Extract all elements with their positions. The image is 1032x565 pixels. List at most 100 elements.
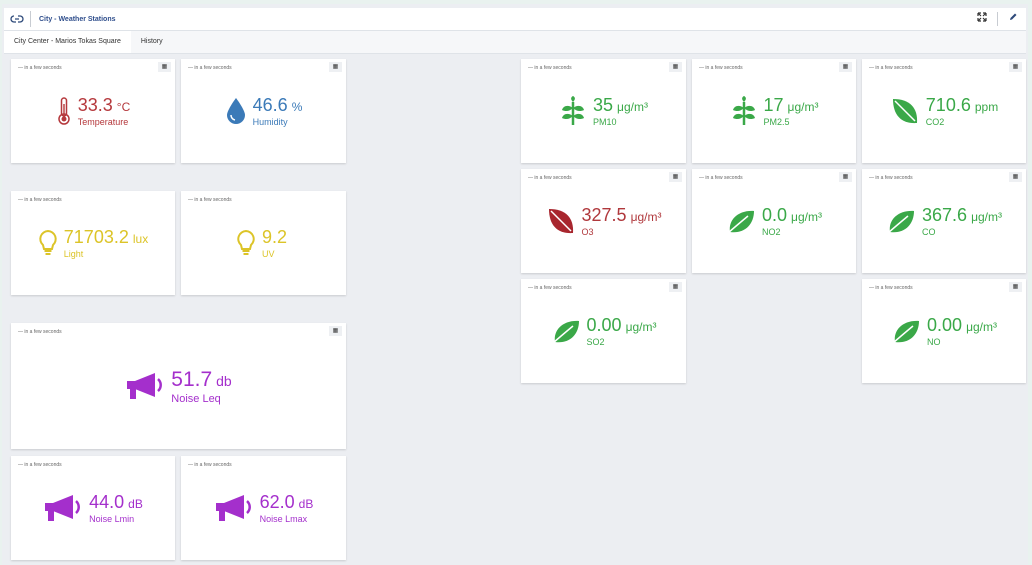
sensor-unit: μg/m³: [787, 100, 819, 114]
sensor-unit: ppm: [974, 100, 999, 114]
plant-icon: [559, 96, 587, 126]
sensor-value: 33.3: [77, 95, 113, 115]
sensor-value: 62.0: [259, 492, 295, 512]
sensor-content: 9.2 UV: [181, 191, 346, 295]
sensor-card-light[interactable]: — in a few seconds 71703.2 lux Light: [11, 191, 175, 295]
leaf-icon: [546, 206, 576, 236]
sensor-content: 33.3 °C Temperature: [11, 59, 175, 163]
leaf-icon: [726, 208, 756, 234]
water-drop-icon: [225, 97, 247, 125]
tab-history[interactable]: History: [131, 31, 173, 53]
sensor-label: Light: [63, 249, 84, 259]
sensor-unit: μg/m³: [617, 100, 648, 114]
megaphone-icon: [125, 371, 165, 401]
sensor-card-so2[interactable]: — in a few seconds ▦ 0.00 μg/m³ SO2: [521, 279, 686, 383]
sensor-values: 9.2 UV: [262, 227, 291, 259]
sensor-content: 46.6% Humidity: [181, 59, 346, 163]
sensor-unit: °C: [116, 100, 131, 114]
sensor-card-noise-lmin[interactable]: — in a few seconds 44.0 dB Noise Lmin: [11, 456, 175, 560]
megaphone-icon: [43, 493, 83, 523]
sensor-value: 51.7: [171, 367, 213, 391]
sensor-unit: μg/m³: [625, 320, 657, 334]
value-row: 46.6%: [253, 95, 303, 116]
tab-city-center[interactable]: City Center - Marios Tokas Square: [4, 31, 131, 53]
sensor-values: 44.0 dB Noise Lmin: [89, 492, 143, 524]
sensor-values: 327.5 μg/m³ O3: [582, 205, 662, 237]
sensor-content: 17 μg/m³ PM2.5: [692, 59, 856, 163]
sensor-label: Noise Lmax: [259, 514, 308, 524]
sensor-value: 17: [763, 95, 784, 115]
sensor-content: 0.00 μg/m³ SO2: [521, 279, 686, 383]
sensor-value: 0.00: [586, 315, 622, 335]
sensor-card-uv[interactable]: — in a few seconds 9.2 UV: [181, 191, 346, 295]
link-icon[interactable]: [4, 14, 30, 24]
sensor-label: UV: [261, 249, 275, 259]
sensor-card-temperature[interactable]: — in a few seconds ▦ 33.3 °C Temperature: [11, 59, 175, 163]
sensor-card-noise-lmax[interactable]: — in a few seconds 62.0 dB Noise Lmax: [181, 456, 346, 560]
value-row: 710.6 ppm: [926, 95, 998, 116]
sensor-unit: %: [291, 100, 303, 114]
sensor-values: 0.00 μg/m³ SO2: [587, 315, 657, 347]
sensor-label: Noise Leq: [171, 392, 221, 405]
sensor-card-no2[interactable]: — in a few seconds ▦ 0.0 μg/m³ NO2: [692, 169, 856, 273]
sensor-values: 46.6% Humidity: [253, 95, 303, 127]
sensor-unit: μg/m³: [791, 210, 822, 224]
lightbulb-icon: [38, 229, 58, 257]
sensor-label: PM2.5: [763, 117, 790, 127]
value-row: 367.6 μg/m³: [922, 205, 1002, 226]
sensor-card-no[interactable]: — in a few seconds ▦ 0.00 μg/m³ NO: [862, 279, 1026, 383]
thermometer-icon: [56, 96, 72, 126]
megaphone-icon: [214, 493, 254, 523]
sensor-unit: μg/m³: [966, 320, 997, 334]
edit-icon[interactable]: [1008, 11, 1018, 27]
sensor-card-co2[interactable]: — in a few seconds ▦ 710.6 ppm CO2: [862, 59, 1026, 163]
leaf-icon: [886, 208, 916, 234]
sensor-label: Humidity: [252, 117, 288, 127]
sensor-value: 44.0: [89, 492, 125, 512]
sensor-label: Temperature: [77, 117, 129, 127]
sensor-label: CO2: [925, 117, 945, 127]
lightbulb-icon: [236, 229, 256, 257]
value-row: 71703.2 lux: [64, 227, 148, 248]
sensor-label: CO: [922, 227, 936, 237]
value-row: 17 μg/m³: [764, 95, 819, 116]
sensor-card-pm25[interactable]: — in a few seconds ▦ 17 μg/m³ PM2.5: [692, 59, 856, 163]
sensor-label: Noise Lmin: [89, 514, 135, 524]
sensor-value: 9.2: [261, 227, 288, 247]
sensor-value: 327.5: [581, 205, 627, 225]
sensor-unit: db: [216, 372, 232, 389]
sensor-label: SO2: [586, 337, 605, 347]
value-row: 33.3 °C: [78, 95, 131, 116]
sensor-values: 0.00 μg/m³ NO: [927, 315, 997, 347]
sensor-card-o3[interactable]: — in a few seconds ▦ 327.5 μg/m³ O3: [521, 169, 686, 273]
tab-bar: City Center - Marios Tokas Square Histor…: [4, 31, 1026, 54]
sensor-content: 367.6 μg/m³ CO: [862, 169, 1026, 273]
sensor-values: 710.6 ppm CO2: [926, 95, 998, 127]
value-row: 0.00 μg/m³: [587, 315, 657, 336]
fullscreen-icon[interactable]: [977, 11, 987, 27]
sensor-content: 62.0 dB Noise Lmax: [181, 456, 346, 560]
plant-icon: [730, 96, 758, 126]
sensor-content: 0.00 μg/m³ NO: [862, 279, 1026, 383]
value-row: 327.5 μg/m³: [582, 205, 662, 226]
sensor-card-co[interactable]: — in a few seconds ▦ 367.6 μg/m³ CO: [862, 169, 1026, 273]
sensor-content: 35 μg/m³ PM10: [521, 59, 686, 163]
sensor-unit: μg/m³: [971, 210, 1002, 224]
sensor-card-noise-leq[interactable]: — in a few seconds ▦ 51.7 db Noise Leq: [11, 323, 346, 449]
sensor-content: 0.0 μg/m³ NO2: [692, 169, 856, 273]
sensor-value: 35: [593, 95, 614, 115]
sensor-values: 51.7 db Noise Leq: [171, 368, 231, 405]
sensor-content: 71703.2 lux Light: [11, 191, 175, 295]
value-row: 62.0 dB: [260, 492, 314, 513]
page-title: City - Weather Stations: [39, 15, 116, 23]
sensor-card-humidity[interactable]: — in a few seconds ▦ 46.6% Humidity: [181, 59, 346, 163]
sensor-value: 71703.2: [63, 227, 129, 247]
sensor-value: 0.00: [927, 315, 963, 335]
sensor-value: 46.6: [252, 95, 288, 115]
sensor-card-pm10[interactable]: — in a few seconds ▦ 35 μg/m³ PM10: [521, 59, 686, 163]
sensor-values: 17 μg/m³ PM2.5: [764, 95, 819, 127]
value-row: 0.00 μg/m³: [927, 315, 997, 336]
value-row: 35 μg/m³: [593, 95, 648, 116]
sensor-values: 33.3 °C Temperature: [78, 95, 131, 127]
sensor-values: 62.0 dB Noise Lmax: [260, 492, 314, 524]
